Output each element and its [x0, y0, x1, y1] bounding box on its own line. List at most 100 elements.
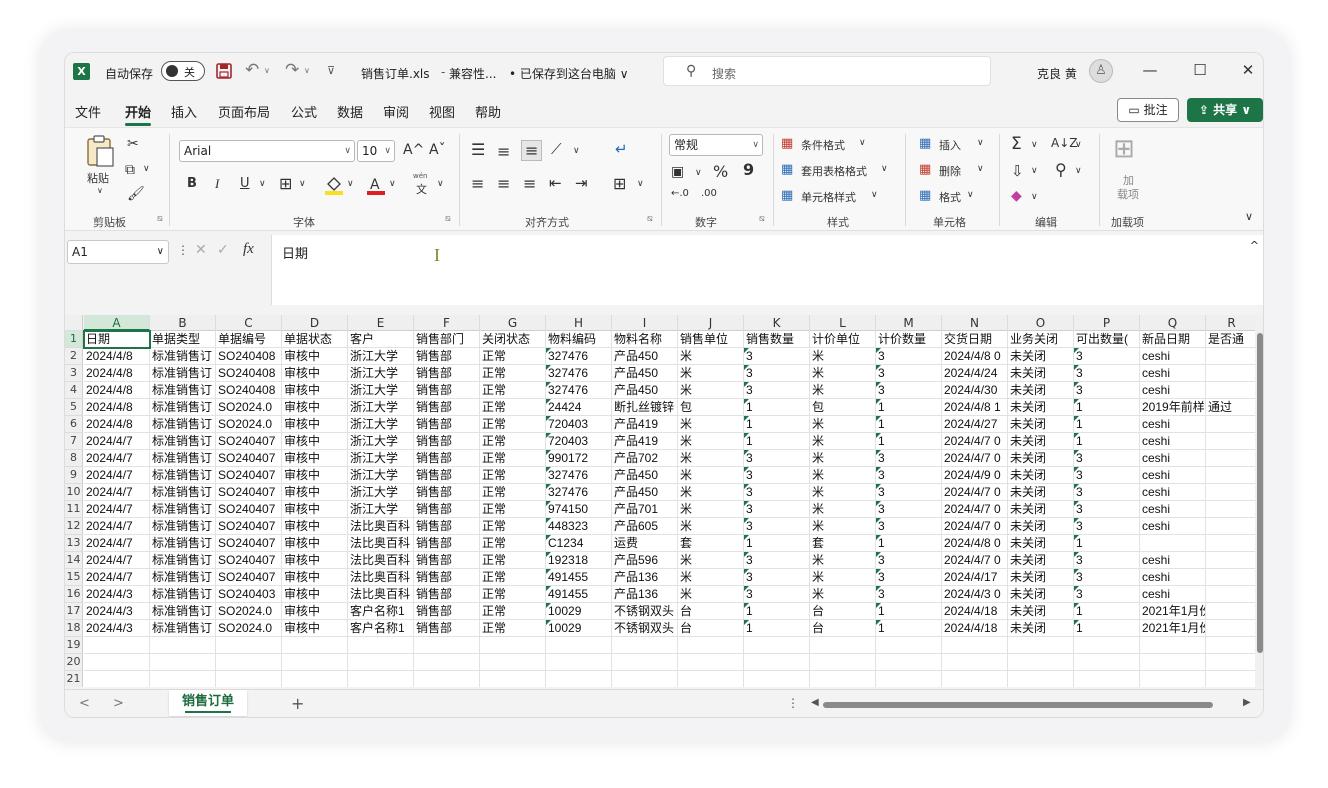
- column-header-l[interactable]: L: [810, 315, 876, 331]
- table-cell[interactable]: 3: [744, 450, 810, 467]
- insert-dropdown-icon[interactable]: ∨: [977, 138, 984, 148]
- table-cell[interactable]: 3: [876, 450, 942, 467]
- orientation-icon[interactable]: ⟋: [551, 140, 562, 158]
- row-header[interactable]: 6: [65, 416, 83, 433]
- worksheet-grid[interactable]: ABCDEFGHIJKLMNOPQR 1 日期 单据类型 单据编号 单据状态 客户 销售部门…: [65, 315, 1255, 687]
- table-cell[interactable]: 米: [678, 467, 744, 484]
- find-select-icon[interactable]: ⚲: [1055, 160, 1067, 179]
- table-cell[interactable]: 2024/4/7: [84, 518, 150, 535]
- table-cell[interactable]: [1206, 586, 1255, 603]
- header-cell[interactable]: 销售单位: [678, 331, 744, 348]
- clipboard-launcher-icon[interactable]: ⧅: [157, 214, 163, 224]
- row-header[interactable]: 3: [65, 365, 83, 382]
- table-cell[interactable]: 3: [1074, 484, 1140, 501]
- table-cell[interactable]: 产品596: [612, 552, 678, 569]
- empty-cell[interactable]: [84, 654, 150, 671]
- header-cell[interactable]: 单据类型: [150, 331, 216, 348]
- table-cell[interactable]: 2024/4/8: [84, 382, 150, 399]
- table-cell[interactable]: 审核中: [282, 603, 348, 620]
- table-cell[interactable]: 产品450: [612, 484, 678, 501]
- empty-cell[interactable]: [942, 671, 1008, 687]
- table-cell[interactable]: SO240407: [216, 484, 282, 501]
- empty-cell[interactable]: [216, 637, 282, 654]
- row-header[interactable]: 13: [65, 535, 83, 552]
- table-cell[interactable]: 米: [678, 348, 744, 365]
- table-cell[interactable]: 审核中: [282, 518, 348, 535]
- table-cell[interactable]: 销售部: [414, 535, 480, 552]
- cell-styles-button[interactable]: 单元格样式: [801, 189, 856, 205]
- table-cell[interactable]: 浙江大学: [348, 416, 414, 433]
- font-color-icon[interactable]: A: [365, 174, 387, 196]
- table-cell[interactable]: ceshi: [1140, 348, 1206, 365]
- empty-cell[interactable]: [810, 654, 876, 671]
- table-cell[interactable]: 2024/4/18: [942, 603, 1008, 620]
- empty-cell[interactable]: [150, 671, 216, 687]
- header-cell[interactable]: 是否通: [1206, 331, 1255, 348]
- table-cell[interactable]: 标准销售订: [150, 569, 216, 586]
- table-cell[interactable]: 米: [810, 569, 876, 586]
- table-cell[interactable]: 销售部: [414, 552, 480, 569]
- table-cell[interactable]: 720403: [546, 416, 612, 433]
- document-name[interactable]: 销售订单.xls: [361, 65, 430, 82]
- table-cell[interactable]: 审核中: [282, 399, 348, 416]
- table-cell[interactable]: 10029: [546, 603, 612, 620]
- row-header[interactable]: 17: [65, 603, 83, 620]
- delete-dropdown-icon[interactable]: ∨: [977, 164, 984, 174]
- empty-cell[interactable]: [612, 654, 678, 671]
- empty-cell[interactable]: [414, 654, 480, 671]
- table-cell[interactable]: 销售部: [414, 467, 480, 484]
- tab-prev-icon[interactable]: <: [79, 696, 90, 711]
- table-cell[interactable]: 1: [1074, 399, 1140, 416]
- table-cell[interactable]: SO240407: [216, 450, 282, 467]
- format-painter-icon[interactable]: 🖌: [127, 186, 145, 202]
- horizontal-scrollbar[interactable]: ◀ ▶: [811, 697, 1251, 710]
- select-all-corner[interactable]: [65, 315, 83, 331]
- empty-cell[interactable]: [1008, 654, 1074, 671]
- table-cell[interactable]: 法比奥百科: [348, 569, 414, 586]
- table-cell[interactable]: 标准销售订: [150, 552, 216, 569]
- comments-button[interactable]: ▭ 批注: [1117, 98, 1179, 122]
- fill-color-icon[interactable]: [323, 174, 345, 196]
- table-cell[interactable]: 产品701: [612, 501, 678, 518]
- column-header-g[interactable]: G: [480, 315, 546, 331]
- alignment-launcher-icon[interactable]: ⧅: [647, 214, 653, 224]
- table-cell[interactable]: 审核中: [282, 535, 348, 552]
- table-cell[interactable]: 审核中: [282, 569, 348, 586]
- empty-cell[interactable]: [282, 637, 348, 654]
- table-cell[interactable]: 未关闭: [1008, 501, 1074, 518]
- table-cell[interactable]: 销售部: [414, 348, 480, 365]
- shrink-font-icon[interactable]: Aˇ: [429, 142, 446, 158]
- table-cell[interactable]: 浙江大学: [348, 433, 414, 450]
- table-cell[interactable]: 2024/4/7 0: [942, 433, 1008, 450]
- empty-cell[interactable]: [1008, 671, 1074, 687]
- table-cell[interactable]: 990172: [546, 450, 612, 467]
- table-cell[interactable]: 审核中: [282, 484, 348, 501]
- row-header[interactable]: 19: [65, 637, 83, 654]
- empty-cell[interactable]: [216, 654, 282, 671]
- table-cell[interactable]: 正常: [480, 399, 546, 416]
- row-header[interactable]: 7: [65, 433, 83, 450]
- table-cell[interactable]: 327476: [546, 365, 612, 382]
- table-cell[interactable]: 2024/4/7 0: [942, 450, 1008, 467]
- conditional-dropdown-icon[interactable]: ∨: [859, 138, 866, 148]
- table-cell[interactable]: 审核中: [282, 552, 348, 569]
- column-header-a[interactable]: A: [84, 315, 150, 331]
- row-header[interactable]: 9: [65, 467, 83, 484]
- column-header-h[interactable]: H: [546, 315, 612, 331]
- empty-cell[interactable]: [678, 637, 744, 654]
- cancel-entry-icon[interactable]: ✕: [195, 242, 207, 258]
- table-cell[interactable]: SO240408: [216, 348, 282, 365]
- table-cell[interactable]: ceshi: [1140, 467, 1206, 484]
- empty-cell[interactable]: [84, 637, 150, 654]
- empty-cell[interactable]: [744, 654, 810, 671]
- table-cell[interactable]: 不锈钢双头: [612, 603, 678, 620]
- phonetic-icon[interactable]: wén: [413, 172, 427, 180]
- empty-cell[interactable]: [348, 654, 414, 671]
- table-cell[interactable]: ceshi: [1140, 416, 1206, 433]
- table-cell[interactable]: [1140, 535, 1206, 552]
- table-cell[interactable]: 米: [810, 467, 876, 484]
- table-cell[interactable]: 标准销售订: [150, 365, 216, 382]
- empty-cell[interactable]: [282, 654, 348, 671]
- table-cell[interactable]: 未关闭: [1008, 586, 1074, 603]
- decrease-indent-icon[interactable]: ⇤: [549, 174, 562, 192]
